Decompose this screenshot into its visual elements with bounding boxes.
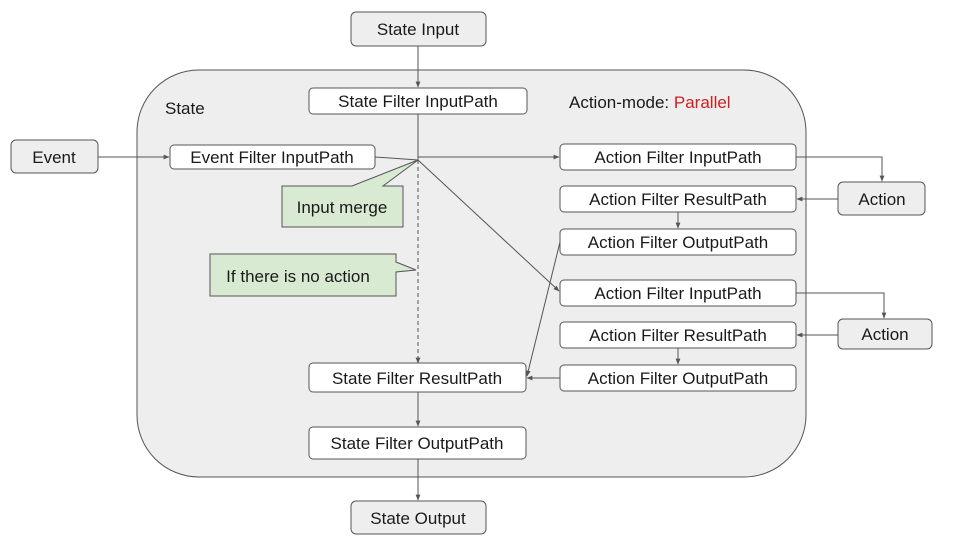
node-action-2-label: Action [861, 325, 908, 344]
action-mode-label: Action-mode: Parallel [569, 93, 731, 112]
action-mode-value: Parallel [674, 93, 731, 112]
node-action-filter-outputpath-1[interactable]: Action Filter OutputPath [559, 228, 797, 256]
node-state-output-label: State Output [370, 509, 466, 528]
edge-action-input-2-to-action [796, 292, 887, 319]
node-action-filter-inputpath-2[interactable]: Action Filter InputPath [559, 279, 797, 307]
node-state-filter-resultpath[interactable]: State Filter ResultPath [308, 362, 527, 393]
node-event-filter-inputpath[interactable]: Event Filter InputPath [169, 144, 376, 170]
node-action-1[interactable]: Action [837, 181, 926, 216]
node-event[interactable]: Event [10, 139, 99, 174]
node-action-filter-outputpath-2[interactable]: Action Filter OutputPath [559, 364, 797, 392]
edge-action-input-1-to-action [796, 156, 885, 182]
node-action-filter-inputpath-2-label: Action Filter InputPath [594, 284, 761, 303]
node-action-filter-outputpath-1-label: Action Filter OutputPath [588, 233, 768, 252]
node-action-filter-inputpath-1-label: Action Filter InputPath [594, 148, 761, 167]
state-container-label: State [165, 99, 205, 118]
node-action-filter-resultpath-1-label: Action Filter ResultPath [589, 190, 767, 209]
node-state-filter-resultpath-label: State Filter ResultPath [332, 369, 502, 388]
node-state-input-label: State Input [377, 20, 460, 39]
callout-no-action-text: If there is no action [226, 267, 370, 286]
node-state-filter-inputpath[interactable]: State Filter InputPath [308, 87, 528, 115]
node-state-output[interactable]: State Output [350, 500, 487, 535]
node-action-1-label: Action [858, 190, 905, 209]
node-state-filter-inputpath-label: State Filter InputPath [338, 92, 498, 111]
action-mode-prefix: Action-mode: [569, 93, 674, 112]
node-state-filter-outputpath-label: State Filter OutputPath [331, 434, 504, 453]
node-action-filter-outputpath-2-label: Action Filter OutputPath [588, 369, 768, 388]
node-state-filter-outputpath[interactable]: State Filter OutputPath [308, 426, 527, 460]
state-flow-diagram: State Action-mode: Parallel Input merge … [10, 11, 933, 535]
node-state-input[interactable]: State Input [350, 11, 487, 47]
node-action-2[interactable]: Action [837, 318, 933, 350]
node-action-filter-resultpath-1[interactable]: Action Filter ResultPath [559, 185, 797, 213]
node-action-filter-inputpath-1[interactable]: Action Filter InputPath [559, 143, 797, 171]
node-event-label: Event [32, 148, 76, 167]
callout-input-merge-text: Input merge [297, 198, 388, 217]
node-action-filter-resultpath-2-label: Action Filter ResultPath [589, 326, 767, 345]
callout-no-action: If there is no action [209, 253, 417, 297]
node-event-filter-inputpath-label: Event Filter InputPath [190, 148, 353, 167]
node-action-filter-resultpath-2[interactable]: Action Filter ResultPath [559, 321, 797, 349]
